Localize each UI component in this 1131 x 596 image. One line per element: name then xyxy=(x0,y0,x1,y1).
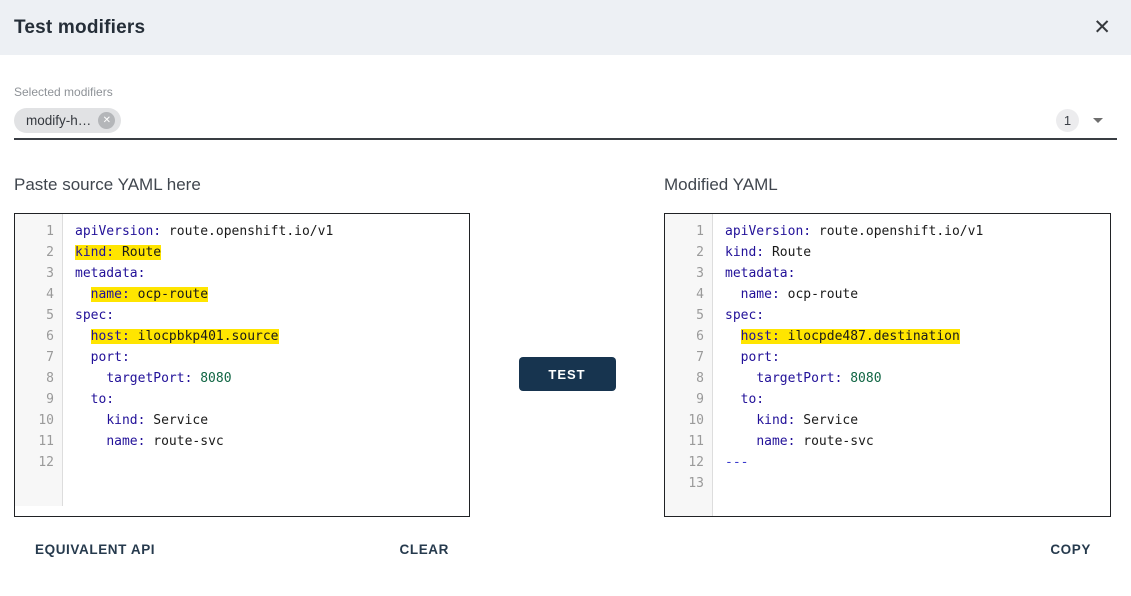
equivalent-api-button[interactable]: EQUIVALENT API xyxy=(35,542,155,557)
source-actions: EQUIVALENT API CLEAR xyxy=(14,542,470,557)
code-line: spec: xyxy=(725,305,1110,326)
chevron-down-icon[interactable] xyxy=(1093,118,1103,123)
code-line: apiVersion: route.openshift.io/v1 xyxy=(75,221,469,242)
code-line: spec: xyxy=(75,305,469,326)
code-line xyxy=(725,473,1110,494)
code-line: port: xyxy=(75,347,469,368)
modified-panel-heading: Modified YAML xyxy=(664,175,1111,195)
chip-remove-icon[interactable]: ✕ xyxy=(98,112,115,129)
line-number-gutter: 12345678910111213 xyxy=(665,214,713,516)
code-line: kind: Route xyxy=(75,242,469,263)
code-line: apiVersion: route.openshift.io/v1 xyxy=(725,221,1110,242)
code-line: kind: Route xyxy=(725,242,1110,263)
test-modifiers-dialog: Test modifiers ✕ Selected modifiers modi… xyxy=(0,0,1131,557)
code-line: metadata: xyxy=(75,263,469,284)
dialog-title: Test modifiers xyxy=(14,17,145,39)
source-yaml-code[interactable]: apiVersion: route.openshift.io/v1kind: R… xyxy=(63,214,469,516)
modified-yaml-panel: Modified YAML 12345678910111213 apiVersi… xyxy=(664,175,1111,557)
center-column: TEST xyxy=(470,175,664,557)
selected-modifiers-select: Selected modifiers modify-h… ✕ 1 xyxy=(0,55,1131,140)
code-line: --- xyxy=(725,452,1110,473)
code-line: to: xyxy=(75,389,469,410)
source-yaml-editor: 123456789101112 apiVersion: route.opensh… xyxy=(14,213,470,517)
copy-button[interactable]: COPY xyxy=(1050,542,1091,557)
code-line: kind: Service xyxy=(75,410,469,431)
modifier-chip-row: modify-h… ✕ 1 xyxy=(14,107,1117,133)
clear-button[interactable]: CLEAR xyxy=(400,542,450,557)
code-line: targetPort: 8080 xyxy=(725,368,1110,389)
code-line: name: route-svc xyxy=(725,431,1110,452)
code-line: host: ilocpde487.destination xyxy=(725,326,1110,347)
line-number-gutter: 123456789101112 xyxy=(15,214,63,506)
code-line: metadata: xyxy=(725,263,1110,284)
yaml-panels: Paste source YAML here 123456789101112 a… xyxy=(0,175,1131,557)
source-yaml-panel: Paste source YAML here 123456789101112 a… xyxy=(14,175,470,557)
modifier-chip: modify-h… ✕ xyxy=(14,108,121,133)
modifier-chip-label: modify-h… xyxy=(26,113,91,128)
modified-yaml-code: apiVersion: route.openshift.io/v1kind: R… xyxy=(713,214,1110,516)
code-line: targetPort: 8080 xyxy=(75,368,469,389)
selected-count-badge: 1 xyxy=(1056,109,1079,132)
code-line: name: ocp-route xyxy=(75,284,469,305)
code-line: kind: Service xyxy=(725,410,1110,431)
code-line: host: ilocpbkp401.source xyxy=(75,326,469,347)
selected-modifiers-label: Selected modifiers xyxy=(14,85,1117,99)
test-button[interactable]: TEST xyxy=(519,357,616,391)
modified-actions: COPY xyxy=(664,542,1111,557)
select-underline xyxy=(14,138,1117,140)
code-line: name: route-svc xyxy=(75,431,469,452)
code-line xyxy=(75,452,469,473)
modified-yaml-editor: 12345678910111213 apiVersion: route.open… xyxy=(664,213,1111,517)
code-line: to: xyxy=(725,389,1110,410)
dialog-header: Test modifiers ✕ xyxy=(0,0,1131,55)
close-icon[interactable]: ✕ xyxy=(1089,13,1115,42)
code-line: port: xyxy=(725,347,1110,368)
code-line: name: ocp-route xyxy=(725,284,1110,305)
source-panel-heading: Paste source YAML here xyxy=(14,175,470,195)
